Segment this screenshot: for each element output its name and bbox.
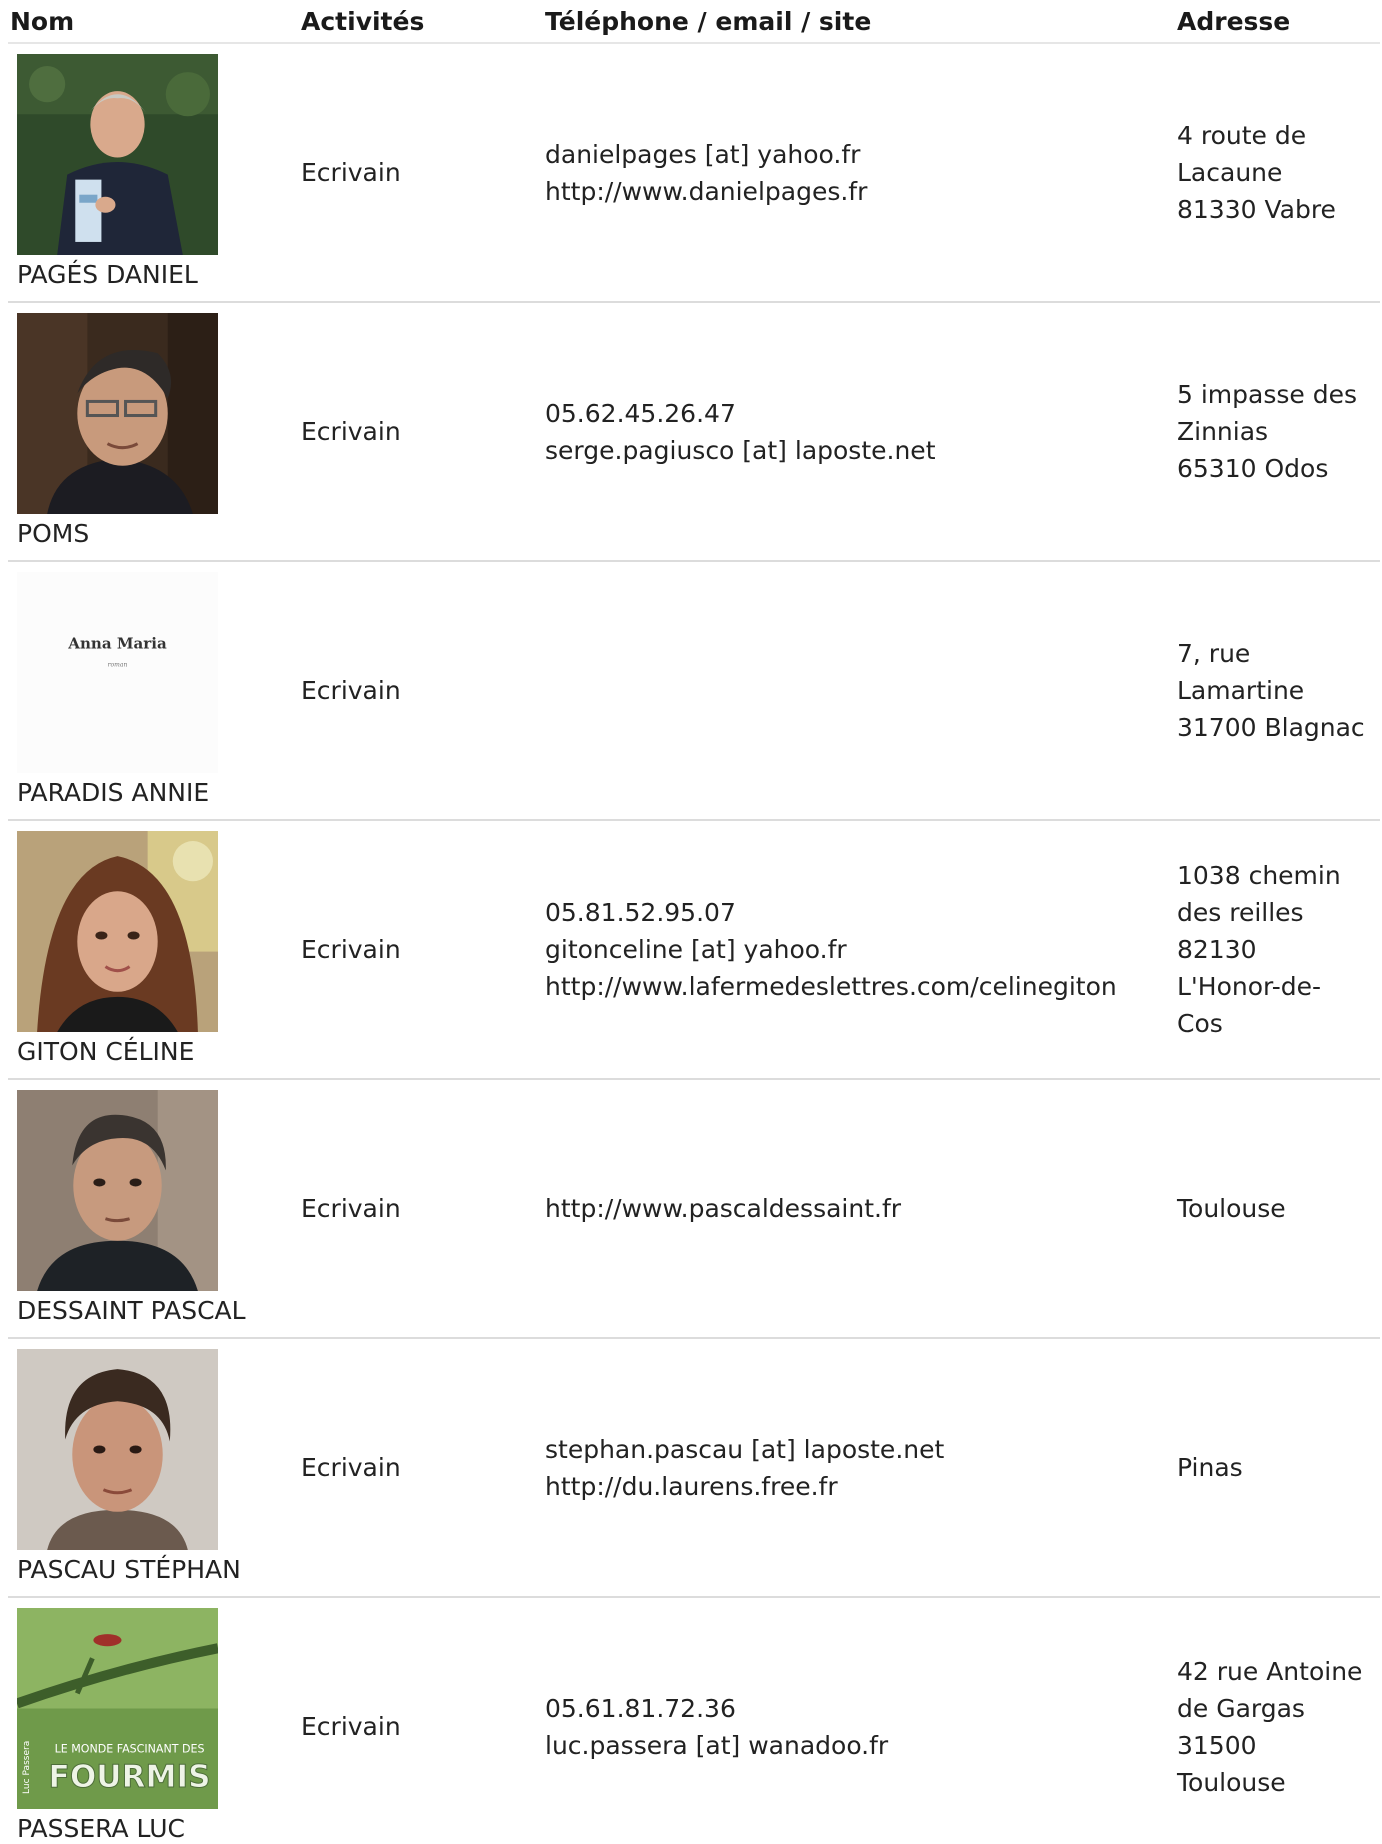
website-link[interactable]: http://www.lafermedeslettres.com/celineg… (545, 968, 1175, 1005)
author-name[interactable]: PASSERA LUC (17, 1815, 299, 1843)
address-line: 1038 chemin (1177, 861, 1341, 890)
email-text: gitonceline [at] yahoo.fr (545, 935, 847, 964)
author-cell: DESSAINT PASCAL (8, 1079, 299, 1339)
table-row: PASCAU STÉPHAN Ecrivain stephan.pascau [… (8, 1338, 1380, 1598)
table-row: GITON CÉLINE Ecrivain 05.81.52.95.07 git… (8, 820, 1380, 1080)
authors-table: Nom Activités Téléphone / email / site A… (8, 0, 1380, 1844)
activity-cell: Ecrivain (299, 561, 543, 821)
address-line: de Gargas (1177, 1693, 1305, 1723)
website-link[interactable]: http://www.pascaldessaint.fr (545, 1190, 1175, 1227)
column-header-contact[interactable]: Téléphone / email / site (543, 0, 1175, 44)
author-name[interactable]: PASCAU STÉPHAN (17, 1556, 299, 1584)
author-name[interactable]: POMS (17, 520, 299, 548)
author-photo[interactable] (17, 313, 218, 514)
author-cell: PASCAU STÉPHAN (8, 1338, 299, 1598)
address-line: 31500 (1177, 1730, 1257, 1760)
phone-text: 05.61.81.72.36 (545, 1693, 736, 1723)
address-cell: 7, rue Lamartine 31700 Blagnac (1175, 561, 1380, 821)
website-link[interactable]: http://du.laurens.free.fr (545, 1468, 1175, 1505)
activity-cell: Ecrivain (299, 1079, 543, 1339)
contact-cell: stephan.pascau [at] laposte.net http://d… (543, 1338, 1175, 1598)
address-line: Toulouse (1177, 1194, 1286, 1223)
table-row: Anna Maria roman PARADIS ANNIE Ecrivain … (8, 561, 1380, 821)
cover-title: FOURMIS (49, 1759, 211, 1795)
author-name[interactable]: GITON CÉLINE (17, 1038, 299, 1066)
table-row: DESSAINT PASCAL Ecrivain http://www.pasc… (8, 1079, 1380, 1339)
column-header-activites[interactable]: Activités (299, 0, 543, 44)
address-line: Lacaune (1177, 158, 1283, 187)
directory-page: Nom Activités Téléphone / email / site A… (0, 0, 1382, 1844)
author-cell: LE MONDE FASCINANT DES FOURMIS Luc Passe… (8, 1597, 299, 1844)
activity-cell: Ecrivain (299, 302, 543, 562)
column-header-nom[interactable]: Nom (8, 0, 299, 44)
book-cover[interactable]: LE MONDE FASCINANT DES FOURMIS Luc Passe… (17, 1608, 218, 1809)
address-line: 4 route de (1177, 121, 1307, 150)
address-line: Cos (1177, 1009, 1223, 1038)
address-line: 42 rue Antoine (1177, 1656, 1363, 1686)
column-header-adresse[interactable]: Adresse (1175, 0, 1380, 44)
email-text: luc.passera [at] wanadoo.fr (545, 1730, 889, 1760)
table-row: PAGÉS DANIEL Ecrivain danielpages [at] y… (8, 43, 1380, 303)
contact-cell: 05.61.81.72.36 luc.passera [at] wanadoo.… (543, 1597, 1175, 1844)
address-line: Lamartine (1177, 676, 1305, 705)
address-line: Toulouse (1177, 1767, 1286, 1797)
table-row: POMS Ecrivain 05.62.45.26.47 serge.pagiu… (8, 302, 1380, 562)
table-row: LE MONDE FASCINANT DES FOURMIS Luc Passe… (8, 1597, 1380, 1844)
email-text: serge.pagiusco [at] laposte.net (545, 435, 936, 465)
email-text: danielpages [at] yahoo.fr (545, 139, 861, 169)
author-photo[interactable] (17, 1090, 218, 1291)
address-cell: Toulouse (1175, 1079, 1380, 1339)
activity-cell: Ecrivain (299, 1597, 543, 1844)
address-line: 31700 Blagnac (1177, 713, 1365, 742)
address-cell: 4 route de Lacaune 81330 Vabre (1175, 43, 1380, 303)
contact-cell (543, 561, 1175, 821)
address-line: 65310 Odos (1177, 454, 1329, 483)
address-line: 7, rue (1177, 639, 1251, 668)
author-photo[interactable] (17, 831, 218, 1032)
cover-series: LE MONDE FASCINANT DES (55, 1743, 205, 1756)
phone-text: 05.62.45.26.47 (545, 398, 736, 428)
contact-cell: 05.62.45.26.47 serge.pagiusco [at] lapos… (543, 302, 1175, 562)
address-line: L'Honor-de- (1177, 972, 1322, 1001)
author-name[interactable]: PAGÉS DANIEL (17, 261, 299, 289)
contact-cell: danielpages [at] yahoo.fr http://www.dan… (543, 43, 1175, 303)
address-cell: 5 impasse des Zinnias 65310 Odos (1175, 302, 1380, 562)
contact-cell: 05.81.52.95.07 gitonceline [at] yahoo.fr… (543, 820, 1175, 1080)
email-text: stephan.pascau [at] laposte.net (545, 1434, 945, 1464)
cover-author: Luc Passera (22, 1741, 32, 1794)
author-cell: POMS (8, 302, 299, 562)
activity-cell: Ecrivain (299, 1338, 543, 1598)
cover-subtitle: roman (108, 661, 128, 668)
address-cell: 1038 chemin des reilles 82130 L'Honor-de… (1175, 820, 1380, 1080)
cover-title: Anna Maria (67, 634, 167, 652)
activity-cell: Ecrivain (299, 820, 543, 1080)
address-cell: Pinas (1175, 1338, 1380, 1598)
author-cell: Anna Maria roman PARADIS ANNIE (8, 561, 299, 821)
address-line: 81330 Vabre (1177, 195, 1336, 224)
author-name[interactable]: DESSAINT PASCAL (17, 1297, 299, 1325)
activity-cell: Ecrivain (299, 43, 543, 303)
author-cell: GITON CÉLINE (8, 820, 299, 1080)
address-line: 82130 (1177, 935, 1257, 964)
phone-text: 05.81.52.95.07 (545, 898, 736, 927)
website-link[interactable]: http://www.danielpages.fr (545, 173, 1175, 210)
address-cell: 42 rue Antoine de Gargas 31500 Toulouse (1175, 1597, 1380, 1844)
author-name[interactable]: PARADIS ANNIE (17, 779, 299, 807)
book-cover[interactable]: Anna Maria roman (17, 572, 218, 773)
address-line: 5 impasse des (1177, 380, 1357, 409)
address-line: Zinnias (1177, 417, 1269, 446)
table-header-row: Nom Activités Téléphone / email / site A… (8, 0, 1380, 44)
contact-cell: http://www.pascaldessaint.fr (543, 1079, 1175, 1339)
author-cell: PAGÉS DANIEL (8, 43, 299, 303)
address-line: Pinas (1177, 1453, 1243, 1482)
address-line: des reilles (1177, 898, 1304, 927)
author-photo[interactable] (17, 1349, 218, 1550)
author-photo[interactable] (17, 54, 218, 255)
